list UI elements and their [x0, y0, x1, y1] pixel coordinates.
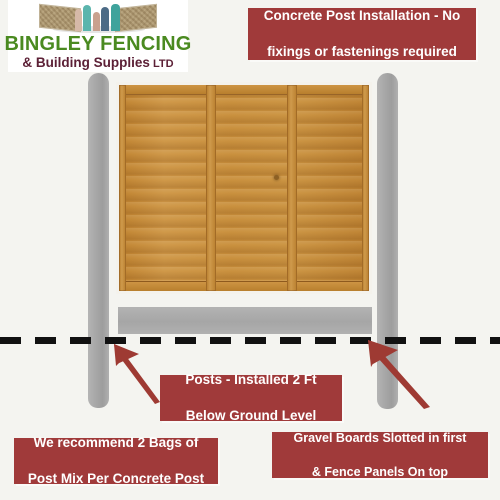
callout-post-mix-recommendation: We recommend 2 Bags of Post Mix Per Conc…	[14, 435, 218, 486]
logo-secondary-text: & Building Supplies LTD	[22, 55, 173, 72]
logo-primary-text: BINGLEY FENCING	[4, 33, 192, 55]
panel-batten-left	[119, 85, 126, 291]
panel-batten-middle-1	[206, 85, 216, 291]
callout-posts-line1: Posts - Installed 2 Ft	[185, 372, 317, 387]
panel-top-rail	[119, 85, 369, 95]
callout-postmix-line1: We recommend 2 Bags of	[33, 435, 199, 450]
callout-posts-depth: Posts - Installed 2 Ft Below Ground Leve…	[160, 372, 342, 423]
panel-bottom-rail	[119, 281, 369, 291]
callout-posts-text: Posts - Installed 2 Ft Below Ground Leve…	[173, 371, 328, 425]
panel-batten-middle-2	[287, 85, 297, 291]
callout-gravel-text: Gravel Boards Slotted in first & Fence P…	[282, 430, 479, 481]
logo-illustration	[23, 3, 173, 33]
person-icon	[83, 5, 91, 31]
panel-boards	[119, 85, 369, 291]
concrete-post-left	[88, 73, 109, 408]
logo-ltd-text: LTD	[152, 58, 174, 70]
bingley-fencing-logo: BINGLEY FENCING & Building Supplies LTD	[4, 0, 191, 72]
concrete-gravel-board	[118, 307, 372, 334]
person-icon	[93, 12, 100, 31]
panel-batten-right	[362, 85, 369, 291]
callout-concrete-post-installation: Concrete Post Installation - No fixings …	[248, 8, 476, 60]
callout-gravel-boards-order: Gravel Boards Slotted in first & Fence P…	[272, 430, 488, 481]
panel-knot-mark	[274, 175, 279, 180]
callout-top-line1: Concrete Post Installation - No	[263, 8, 461, 23]
logo-secondary-main: & Building Supplies	[22, 55, 150, 70]
callout-posts-line2: Below Ground Level	[185, 408, 317, 423]
arrow-pointing-to-post-left	[114, 344, 160, 404]
callout-top-text: Concrete Post Installation - No fixings …	[252, 7, 473, 61]
callout-postmix-line2: Post Mix Per Concrete Post	[27, 471, 205, 486]
infographic-canvas: BINGLEY FENCING & Building Supplies LTD …	[0, 0, 500, 500]
person-icon	[101, 7, 109, 31]
person-icon	[111, 4, 120, 31]
arrow-pointing-to-gravel-board	[368, 340, 430, 409]
callout-gravel-line1: Gravel Boards Slotted in first	[293, 430, 467, 445]
callout-top-line2: fixings or fastenings required	[267, 44, 457, 59]
callout-postmix-text: We recommend 2 Bags of Post Mix Per Conc…	[16, 434, 216, 488]
callout-gravel-line2: & Fence Panels On top	[311, 464, 449, 479]
people-icon-group	[75, 3, 123, 31]
person-icon	[75, 9, 82, 31]
overlap-fence-panel	[116, 82, 372, 294]
